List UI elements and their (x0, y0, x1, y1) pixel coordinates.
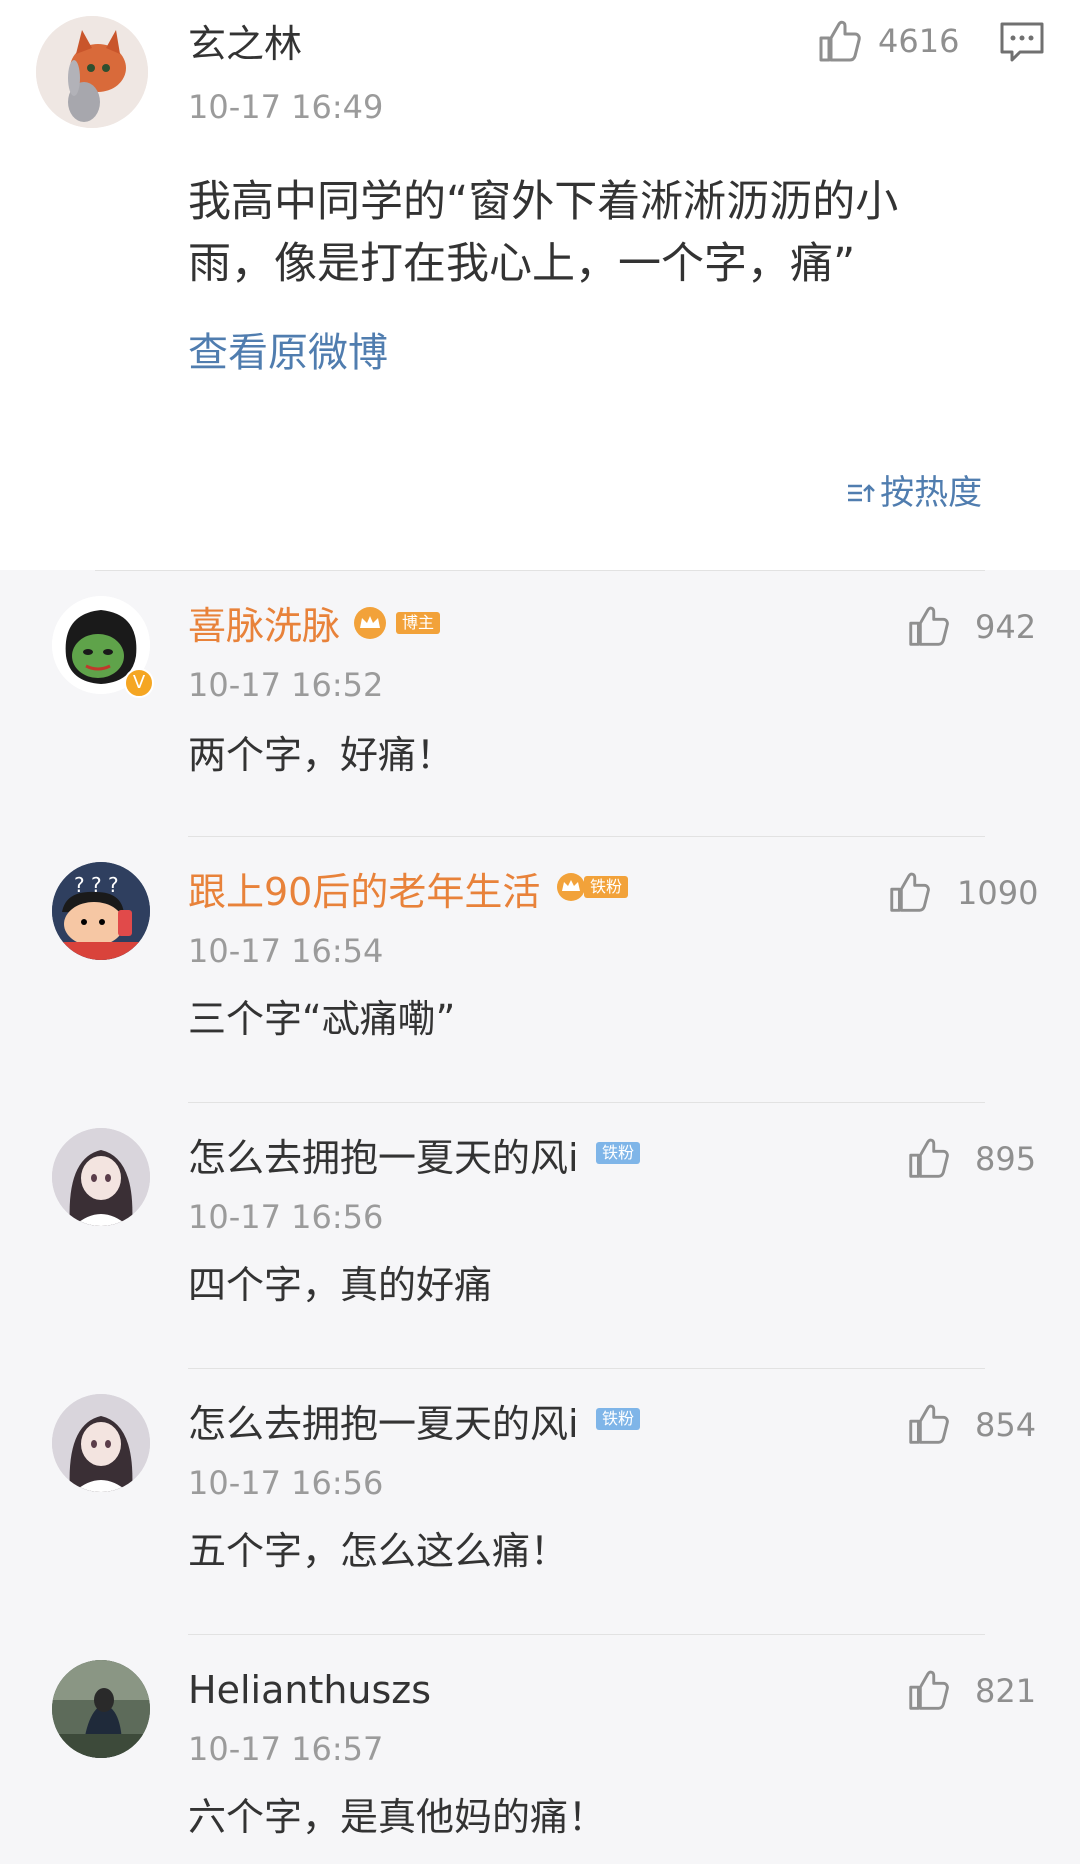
comment-divider (188, 836, 985, 837)
sort-by-heat-button[interactable]: 按热度 (845, 472, 982, 514)
commenter-name[interactable]: 怎么去拥抱一夏天的风i (188, 1402, 579, 1446)
status-badge: 博主 (396, 612, 441, 634)
like-icon[interactable] (905, 1136, 951, 1182)
post-text-line-2: 雨，像是打在我心上，一个字，痛” (188, 239, 856, 289)
comment-like-count: 821 (975, 1672, 1037, 1710)
section-divider (95, 570, 985, 571)
comment-like-count: 942 (975, 608, 1037, 646)
view-original-link[interactable]: 查看原微博 (188, 330, 388, 376)
commenter-name[interactable]: Helianthuszs (188, 1668, 431, 1712)
comment-text: 六个字，是真他妈的痛！ (188, 1795, 607, 1839)
commenter-avatar[interactable] (52, 1394, 150, 1492)
post-text-line-1: 我高中同学的“窗外下着淅淅沥沥的小 (188, 177, 899, 227)
original-post-section: 玄之林 10-17 16:49 4616 我高中同学的“窗外下着淅淅沥沥的小 雨… (0, 0, 1080, 570)
comment-text: 两个字，好痛！ (188, 733, 455, 777)
comment-like-count: 1090 (957, 874, 1039, 912)
post-author-avatar[interactable] (36, 16, 148, 128)
comment-time: 10-17 16:57 (188, 1730, 384, 1768)
comment-like-count: 895 (975, 1140, 1037, 1178)
comment-divider (188, 1102, 985, 1103)
comment-time: 10-17 16:56 (188, 1198, 384, 1236)
commenter-name[interactable]: 怎么去拥抱一夏天的风i (188, 1136, 579, 1180)
commenter-name[interactable]: 喜脉洗脉 (188, 604, 340, 648)
like-icon[interactable] (905, 604, 951, 650)
status-badge: 铁粉 (596, 1142, 641, 1164)
comment-text: 四个字，真的好痛 (188, 1263, 493, 1307)
comment-text: 五个字，怎么这么痛！ (188, 1529, 569, 1573)
verified-icon: V (124, 668, 154, 698)
post-author-name[interactable]: 玄之林 (188, 22, 302, 66)
comment-text: 三个字“忒痛嘞” (188, 997, 456, 1041)
like-icon[interactable] (886, 870, 932, 916)
comment-like-count: 854 (975, 1406, 1037, 1444)
comment-time: 10-17 16:52 (188, 666, 384, 704)
commenter-avatar[interactable] (52, 1128, 150, 1226)
status-badge: 铁粉 (596, 1408, 641, 1430)
comment-divider (188, 1368, 985, 1369)
post-time: 10-17 16:49 (188, 88, 384, 126)
crown-icon (556, 872, 586, 902)
comment-time: 10-17 16:54 (188, 932, 384, 970)
comment-divider (188, 1634, 985, 1635)
like-icon[interactable] (815, 18, 863, 66)
commenter-name[interactable]: 跟上90后的老年生活 (188, 870, 540, 914)
like-icon[interactable] (905, 1668, 951, 1714)
sort-label: 按热度 (880, 473, 983, 513)
sort-icon (845, 478, 875, 508)
like-icon[interactable] (905, 1402, 951, 1448)
commenter-avatar[interactable] (52, 1660, 150, 1758)
commenter-avatar[interactable]: ? ? ? (52, 862, 150, 960)
status-badge: 铁粉 (584, 876, 629, 898)
crown-icon (352, 606, 388, 640)
comment-time: 10-17 16:56 (188, 1464, 384, 1502)
post-like-count: 4616 (878, 22, 960, 60)
comment-icon[interactable] (998, 20, 1046, 64)
